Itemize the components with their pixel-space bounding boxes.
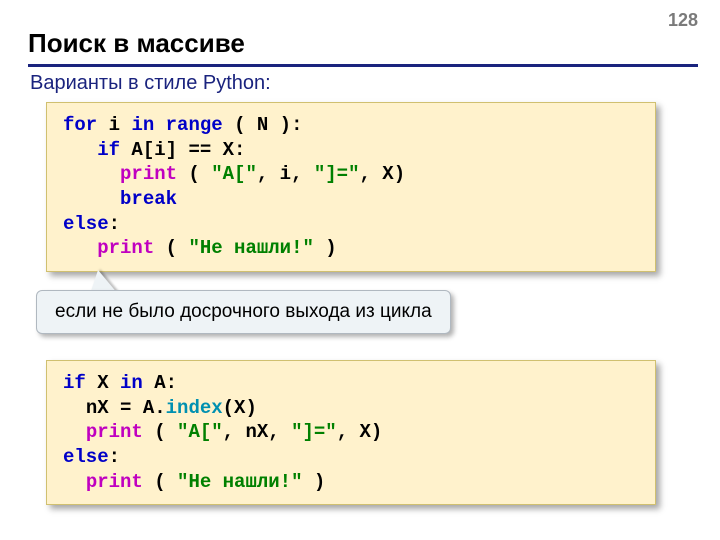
var-i: i (109, 114, 120, 136)
code-text: , X) (359, 163, 405, 185)
code-text: ( N ): (223, 114, 303, 136)
code-text: X (86, 372, 120, 394)
keyword-break: break (120, 188, 177, 210)
keyword-else: else (63, 213, 109, 235)
code-text: (X) (223, 397, 257, 419)
string-literal: "A[" (177, 421, 223, 443)
string-literal: "Не нашли!" (188, 237, 313, 259)
keyword-for: for (63, 114, 97, 136)
subtitle: Варианты в стиле Python: (30, 72, 271, 95)
keyword-in: in (131, 114, 154, 136)
code-block-2: if X in A: nX = A.index(X) print ( "A[",… (46, 360, 656, 505)
code-text: : (109, 213, 120, 235)
indent (63, 139, 97, 161)
code-text: : (109, 446, 120, 468)
code-text: ( (177, 163, 211, 185)
keyword-in: in (120, 372, 143, 394)
string-literal: "]=" (314, 163, 360, 185)
code-block-1: for i in range ( N ): if A[i] == X: prin… (46, 102, 656, 272)
string-literal: "Не нашли!" (177, 471, 302, 493)
code-text: nX = A. (86, 397, 166, 419)
page-title: Поиск в массиве (28, 28, 245, 59)
title-underline (28, 64, 698, 67)
callout-note: если не было досрочного выхода из цикла (36, 290, 451, 334)
code-text: A[i] == X: (120, 139, 245, 161)
code-text: ( (154, 237, 188, 259)
func-print: print (86, 421, 143, 443)
code-text: , X) (337, 421, 383, 443)
method-index: index (166, 397, 223, 419)
code-text: A: (143, 372, 177, 394)
code-text: , nX, (223, 421, 291, 443)
indent (63, 237, 97, 259)
code-text: ) (314, 237, 337, 259)
string-literal: "A[" (211, 163, 257, 185)
code-text: ( (143, 471, 177, 493)
indent (63, 188, 120, 210)
code-text: ) (302, 471, 325, 493)
indent (63, 397, 86, 419)
code-text: ( (143, 421, 177, 443)
page-number: 128 (668, 10, 698, 31)
indent (63, 421, 86, 443)
keyword-else: else (63, 446, 109, 468)
func-range: range (166, 114, 223, 136)
indent (63, 471, 86, 493)
keyword-if: if (63, 372, 86, 394)
indent (63, 163, 120, 185)
func-print: print (86, 471, 143, 493)
keyword-if: if (97, 139, 120, 161)
string-literal: "]=" (291, 421, 337, 443)
code-text: , i, (257, 163, 314, 185)
func-print: print (120, 163, 177, 185)
func-print: print (97, 237, 154, 259)
